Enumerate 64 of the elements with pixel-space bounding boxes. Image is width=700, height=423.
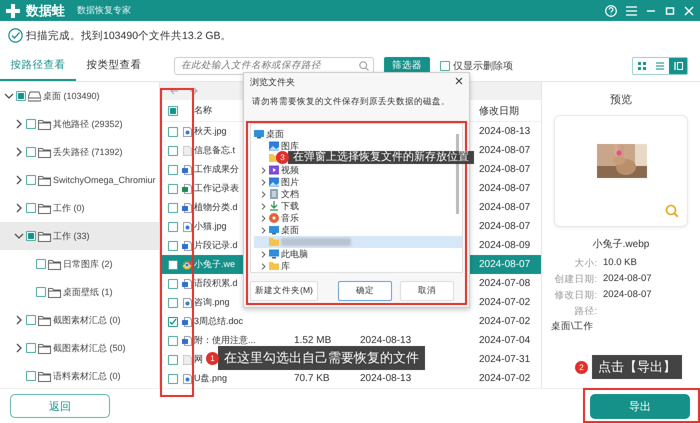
modified-date: 2024-07-04	[479, 335, 532, 346]
detail-value: 2024-08-07	[603, 273, 652, 286]
checkbox-label: 仅显示删除项	[453, 60, 513, 72]
file-name: 植物分类.d	[194, 202, 238, 212]
file-name: 语段积累.d	[194, 278, 238, 288]
file-name: U盘.png	[194, 373, 228, 383]
modified-date: 2024-07-02	[479, 297, 532, 308]
file-name: 工作成果分	[194, 164, 239, 174]
created-date: 2024-08-13	[360, 335, 412, 346]
modified-date: 2024-08-07	[479, 221, 532, 232]
file-name: 咨询.png	[194, 297, 230, 307]
modified-date: 2024-08-07	[479, 202, 532, 213]
step-tooltip: 在弹窗上选择恢复文件的新存放位置	[288, 151, 474, 164]
file-name: 信息备忘.t	[194, 145, 236, 155]
tree-label: 截图素材汇总 (0)	[53, 314, 120, 326]
detail-label: 路径:	[573, 305, 597, 318]
detail-label: 创建日期:	[553, 273, 597, 286]
file-name: 3周总结.doc	[194, 316, 244, 326]
scan-status-text: 扫描完成。找到103490个文件共13.2 GB。	[26, 28, 232, 42]
file-name: 小猫.jpg	[194, 221, 227, 231]
file-name: 工作记录表	[194, 183, 239, 193]
tree-label: SwitchyOmega_Chromiur	[53, 175, 156, 185]
file-name: 附：使用注意...	[194, 335, 256, 345]
modified-date: 2024-07-08	[479, 278, 532, 289]
file-path: 桌面\工作	[551, 320, 595, 333]
modified-date: 2024-08-07	[479, 259, 532, 270]
tree-label: 桌面 (103490)	[43, 90, 100, 102]
tree-label: 日常图库 (2)	[63, 258, 112, 270]
created-date: 2024-08-13	[360, 373, 412, 384]
app-subtitle: 数据恢复专家	[77, 4, 131, 17]
file-size: 1.52 MB	[294, 335, 332, 346]
tree-label: 丢失路径 (71392)	[53, 146, 123, 158]
detail-label: 修改日期:	[553, 289, 597, 302]
modified-date: 2024-07-02	[479, 316, 532, 327]
modified-date: 2024-07-02	[479, 373, 532, 384]
modified-date: 2024-08-07	[479, 183, 532, 194]
tree-label: 其他路径 (29352)	[53, 118, 123, 130]
detail-value: 10.0 KB	[603, 257, 637, 270]
file-size: 70.7 KB	[294, 373, 331, 384]
modified-date: 2024-08-07	[479, 145, 532, 156]
tree-label: 语料素材汇总 (0)	[53, 370, 120, 382]
detail-label: 大小:	[573, 257, 597, 270]
preview-title: 预览	[610, 93, 632, 107]
file-name: 片段记录.d	[194, 240, 238, 250]
tree-label: 桌面壁纸 (1)	[63, 286, 112, 298]
step-tooltip: 点击【导出】	[592, 355, 682, 379]
modified-date: 2024-08-09	[479, 240, 532, 251]
step-tooltip: 在这里勾选出自己需要恢复的文件	[218, 346, 425, 370]
dialog-message: 请勿将需要恢复的文件保存到原丢失数据的磁盘。	[251, 95, 451, 108]
tree-label: 工作 (0)	[53, 202, 84, 214]
file-name: 小兔子.we	[194, 259, 236, 269]
file-name: 网	[194, 354, 203, 364]
file-name: 秋天.jpg	[194, 126, 227, 136]
step-badge: 2	[575, 360, 588, 374]
modified-date: 2024-08-13	[479, 126, 532, 137]
preview-file-name: 小兔子.webp	[592, 238, 650, 251]
app-name: 数据蛙	[26, 2, 65, 20]
step-badge: 1	[206, 352, 219, 364]
modified-date: 2024-07-31	[479, 354, 532, 365]
dialog-title: 浏览文件夹	[250, 76, 295, 88]
tree-label: 工作 (33)	[53, 230, 90, 242]
tree-label: 截图素材汇总 (50)	[53, 342, 126, 354]
detail-value: 2024-08-07	[603, 289, 652, 302]
modified-date: 2024-08-07	[479, 164, 532, 175]
